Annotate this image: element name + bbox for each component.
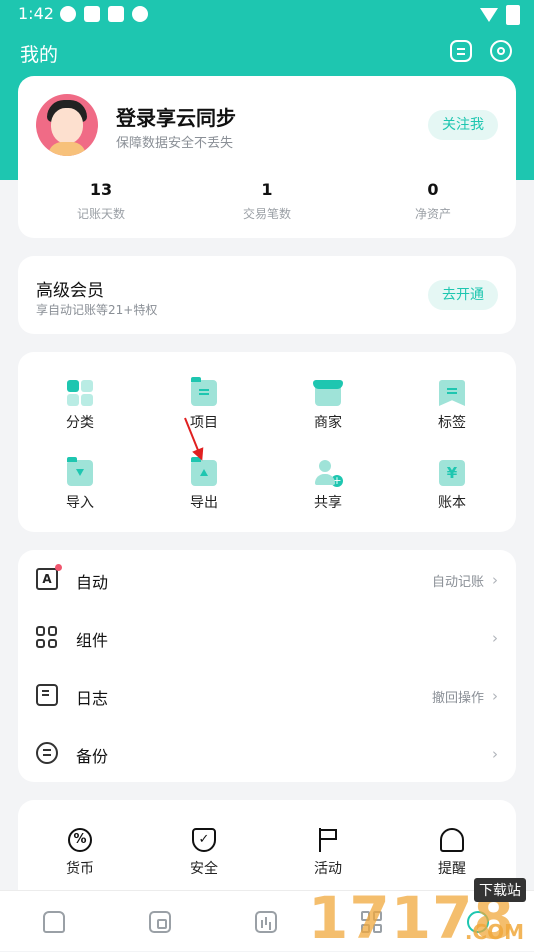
list-item-backup[interactable]: 备份 › (18, 724, 516, 782)
grid-item-share[interactable]: + 共享 (266, 460, 390, 512)
home-icon[interactable] (43, 911, 65, 933)
follow-button[interactable]: 关注我 (428, 110, 498, 140)
list-item-log[interactable]: 日志 撤回操作 › (18, 666, 516, 724)
avatar-face (51, 108, 83, 144)
grid-item-label: 分类 (66, 415, 94, 431)
profile-card[interactable]: 登录享云同步 保障数据安全不丢失 关注我 13 记账天数 1 交易笔数 0 净资… (18, 76, 516, 238)
watermark-tag: 下载站 (474, 878, 526, 902)
list-item-hint: 自动记账 (431, 575, 484, 590)
list-item-label: 备份 (76, 747, 109, 766)
chevron-right-icon: › (492, 687, 498, 705)
login-sync-subtitle: 保障数据安全不丢失 (116, 136, 234, 151)
battery-icon (506, 5, 520, 25)
tool-reminder[interactable]: 提醒 (390, 828, 514, 878)
import-icon (67, 457, 93, 486)
list-item-widget[interactable]: 组件 › (18, 608, 516, 666)
grid-item-label: 项目 (190, 415, 218, 431)
notification-dot (55, 564, 62, 571)
currency-percent-icon: % (68, 828, 92, 852)
stat-days-value: 13 (89, 180, 113, 199)
project-folder-icon (191, 377, 217, 406)
avatar[interactable] (36, 94, 98, 156)
stat-transactions-value: 1 (261, 180, 273, 199)
sync-icon (60, 6, 76, 22)
tool-currency[interactable]: % 货币 (18, 828, 142, 878)
ledger-book-icon: ¥ (439, 460, 465, 486)
widget-grid-icon (36, 626, 58, 648)
tool-security[interactable]: ✓ 安全 (142, 828, 266, 878)
stat-days[interactable]: 13 记账天数 (18, 180, 184, 222)
stat-days-label: 记账天数 (76, 207, 125, 221)
tool-label: 提醒 (438, 861, 466, 877)
status-notification-icons (60, 6, 148, 22)
watermark-suffix: .COM (464, 920, 524, 944)
status-time: 1:42 (18, 4, 54, 23)
grid-item-category[interactable]: 分类 (18, 380, 142, 432)
grid-item-label: 标签 (438, 415, 466, 431)
plus-icon: + (331, 474, 343, 487)
grid-item-label: 共享 (314, 495, 342, 511)
flag-icon (316, 828, 340, 852)
dot-icon (132, 6, 148, 22)
share-user-icon: + (315, 460, 343, 487)
status-system-icons (480, 5, 520, 25)
app-icon (84, 6, 100, 22)
settings-list: A 自动 自动记账 › 组件 › 日志 撤回操作 › 备份 › (18, 550, 516, 782)
vip-open-button[interactable]: 去开通 (428, 280, 498, 310)
vip-subtitle: 享自动记账等21+特权 (36, 303, 158, 317)
log-icon (36, 684, 58, 706)
vip-title: 高级会员 (36, 281, 104, 301)
shop-icon (313, 380, 343, 406)
feature-grid: 分类 项目 商家 标签 导入 导出 + 共享 ¥ 账本 (18, 352, 516, 532)
stat-net-assets-label: 净资产 (414, 207, 451, 221)
grid-item-merchant[interactable]: 商家 (266, 380, 390, 432)
grid-item-label: 导入 (66, 495, 94, 511)
tool-activity[interactable]: 活动 (266, 828, 390, 878)
grid-item-export[interactable]: 导出 (142, 457, 266, 512)
stat-net-assets-value: 0 (427, 180, 439, 199)
tag-icon (439, 380, 465, 406)
category-icon (67, 380, 93, 406)
list-item-label: 自动 (76, 573, 109, 592)
chevron-right-icon: › (492, 629, 498, 647)
grid-item-label: 账本 (438, 495, 466, 511)
message-icon[interactable] (450, 40, 472, 62)
backup-icon (36, 742, 58, 764)
grid-item-tag[interactable]: 标签 (390, 380, 514, 432)
status-bar: 1:42 (0, 0, 534, 28)
a-icon (108, 6, 124, 22)
vip-card[interactable]: 高级会员 享自动记账等21+特权 去开通 (18, 256, 516, 334)
settings-icon[interactable] (490, 40, 512, 62)
avatar-body (48, 142, 86, 156)
page-title: 我的 (20, 44, 59, 66)
list-item-hint: 撤回操作 (431, 691, 484, 706)
auto-a-icon: A (36, 568, 58, 590)
grid-item-label: 导出 (190, 495, 218, 511)
tool-label: 活动 (314, 861, 342, 877)
site-watermark: 17178 下载站 .COM (308, 876, 528, 952)
shield-check-icon: ✓ (192, 828, 216, 852)
wallet-icon[interactable] (149, 911, 171, 933)
grid-item-import[interactable]: 导入 (18, 457, 142, 512)
list-item-auto[interactable]: A 自动 自动记账 › (18, 550, 516, 608)
bell-icon (440, 828, 464, 852)
stats-icon[interactable] (255, 911, 277, 933)
stat-transactions[interactable]: 1 交易笔数 (184, 180, 350, 222)
export-icon (191, 457, 217, 486)
list-item-label: 日志 (76, 689, 109, 708)
chevron-right-icon: › (492, 571, 498, 589)
grid-item-label: 商家 (314, 415, 342, 431)
stat-transactions-label: 交易笔数 (242, 207, 291, 221)
tool-label: 安全 (190, 861, 218, 877)
grid-item-project[interactable]: 项目 (142, 377, 266, 432)
stat-net-assets[interactable]: 0 净资产 (350, 180, 516, 222)
login-sync-title[interactable]: 登录享云同步 (116, 102, 236, 131)
chevron-right-icon: › (492, 745, 498, 763)
tool-label: 货币 (66, 861, 94, 877)
grid-item-ledger[interactable]: ¥ 账本 (390, 460, 514, 512)
list-item-label: 组件 (76, 631, 109, 650)
wifi-icon (480, 8, 498, 22)
